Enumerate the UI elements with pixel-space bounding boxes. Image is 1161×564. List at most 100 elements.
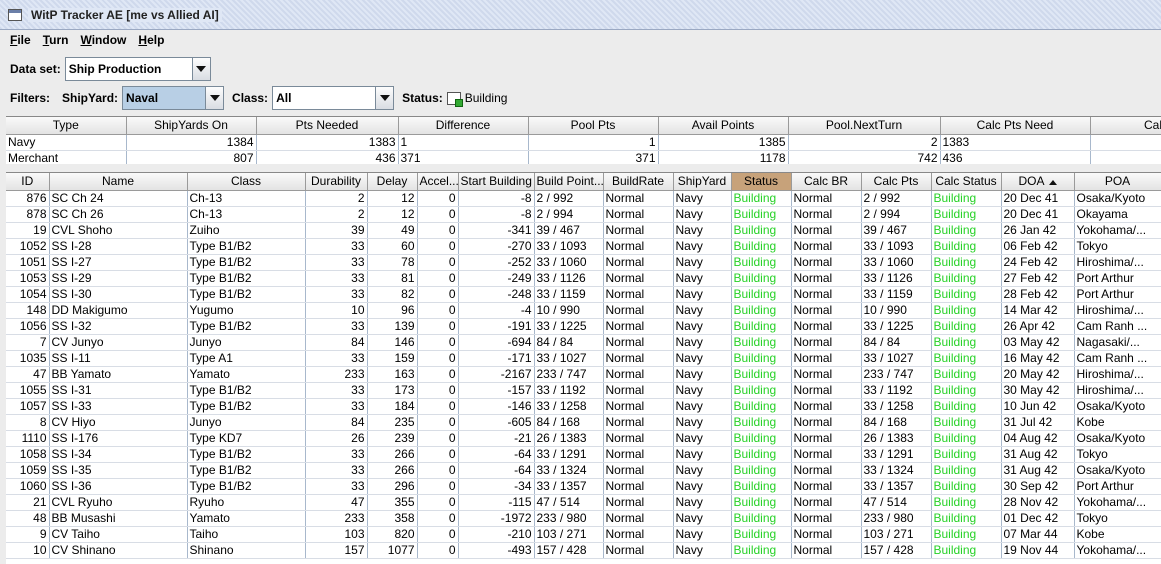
table-cell-buildrate: Normal [603, 398, 674, 415]
col-header-name[interactable]: Name [49, 173, 188, 191]
table-row[interactable]: 47 BB Yamato Yamato 233 163 0 -2167 233 / 747 No… [6, 366, 1161, 383]
table-cell-calc-status: Building [931, 382, 1002, 399]
table-row[interactable]: 1057 SS I-33 Type B1/B2 33 184 0 -146 33 / 1258… [6, 398, 1161, 415]
table-cell-delay: 12 [367, 206, 418, 223]
class-dropdown-button[interactable] [375, 87, 394, 109]
table-cell-calc-status: Building [931, 398, 1002, 415]
table-cell-id: 8 [6, 414, 50, 431]
table-cell-poa: Okayama [1074, 206, 1161, 223]
table-row[interactable]: 1056 SS I-32 Type B1/B2 33 139 0 -191 33 / 1225… [6, 318, 1161, 335]
table-cell-calc-status: Building [931, 318, 1002, 335]
col-header-durability[interactable]: Durability [305, 173, 368, 191]
table-row[interactable]: 1051 SS I-27 Type B1/B2 33 78 0 -252 33 / 1060 N… [6, 254, 1161, 271]
col-header-shipyard[interactable]: ShipYard [673, 173, 732, 191]
table-cell-calc-status: Building [931, 366, 1002, 383]
table-row[interactable]: 1058 SS I-34 Type B1/B2 33 266 0 -64 33 / 1291 N… [6, 446, 1161, 463]
col-header-doa[interactable]: DOA [1001, 173, 1075, 191]
table-cell-class: Zuiho [187, 222, 306, 239]
table-row[interactable]: 19 CVL Shoho Zuiho 39 49 0 -341 39 / 467 Normal N… [6, 222, 1161, 239]
table-cell-calc-status: Building [931, 286, 1002, 303]
table-cell-shipyard: Navy [673, 382, 732, 399]
table-cell-delay: 173 [367, 382, 418, 399]
table-cell-delay: 296 [367, 478, 418, 495]
table-cell-calc-pts: 233 / 980 [861, 510, 932, 527]
menu-turn[interactable]: Turn [43, 33, 69, 47]
table-row[interactable]: 1110 SS I-176 Type KD7 26 239 0 -21 26 / 1383 No… [6, 430, 1161, 447]
summary-col-pts-needed[interactable]: Pts Needed [256, 117, 399, 135]
table-cell-id: 48 [6, 510, 50, 527]
table-row[interactable]: 1055 SS I-31 Type B1/B2 33 173 0 -157 33 / 1192… [6, 382, 1161, 399]
table-cell-accel: 0 [417, 238, 459, 255]
table-cell-name: CV Hiyo [49, 414, 188, 431]
col-header-start-building[interactable]: Start Building [458, 173, 535, 191]
col-header-poa[interactable]: POA [1074, 173, 1161, 191]
table-row[interactable]: 1059 SS I-35 Type B1/B2 33 266 0 -64 33 / 1324 N… [6, 462, 1161, 479]
table-row[interactable]: 8 CV Hiyo Junyo 84 235 0 -605 84 / 168 Normal Nav… [6, 414, 1161, 431]
table-cell-calc-br: Normal [791, 382, 862, 399]
table-row[interactable]: 21 CVL Ryuho Ryuho 47 355 0 -115 47 / 514 Normal… [6, 494, 1161, 511]
table-cell-name: SS I-11 [49, 350, 188, 367]
col-header-delay[interactable]: Delay [367, 173, 418, 191]
summary-col-shipyards-on[interactable]: ShipYards On [126, 117, 257, 135]
table-cell-name: SS I-29 [49, 270, 188, 287]
table-cell-calc-pts: 26 / 1383 [861, 430, 932, 447]
col-header-class[interactable]: Class [187, 173, 306, 191]
table-cell-start-building: -270 [458, 238, 535, 255]
table-row[interactable]: 1053 SS I-29 Type B1/B2 33 81 0 -249 33 / 1126 N… [6, 270, 1161, 287]
col-header-calc-pts[interactable]: Calc Pts [861, 173, 932, 191]
table-row[interactable]: 1060 SS I-36 Type B1/B2 33 296 0 -34 33 / 1357 N… [6, 478, 1161, 495]
shipyard-dropdown-button[interactable] [205, 87, 224, 109]
status-value[interactable]: Building [465, 91, 508, 105]
table-cell-id: 21 [6, 494, 50, 511]
summary-col-difference[interactable]: Difference [398, 117, 529, 135]
menu-help[interactable]: Help [138, 33, 164, 47]
table-row[interactable]: 876 SC Ch 24 Ch-13 2 12 0 -8 2 / 992 Normal Navy B… [6, 190, 1161, 207]
status-filter-icon[interactable] [446, 91, 463, 107]
summary-col-calc-pts-need[interactable]: Calc Pts Need [940, 117, 1091, 135]
col-header-build-point[interactable]: Build Point... [534, 173, 604, 191]
table-cell-shipyard: Navy [673, 446, 732, 463]
menu-file[interactable]: File [10, 33, 31, 47]
summary-col-cal[interactable]: Cal [1090, 117, 1161, 135]
table-cell-durability: 33 [305, 286, 368, 303]
col-header-accel[interactable]: Accel... [417, 173, 459, 191]
dataset-select[interactable]: Ship Production [64, 57, 211, 81]
table-row[interactable]: 1035 SS I-11 Type A1 33 159 0 -171 33 / 1027 Nor… [6, 350, 1161, 367]
summary-col-avail-points[interactable]: Avail Points [658, 117, 789, 135]
summary-row[interactable]: Merchant 807 436 371 371 1178 742 436 [6, 150, 1161, 164]
shipyard-select[interactable]: Naval [122, 86, 225, 110]
table-row[interactable]: 148 DD Makigumo Yugumo 10 96 0 -4 10 / 990 Norma… [6, 302, 1161, 319]
table-cell-start-building: -8 [458, 190, 535, 207]
table-row[interactable]: 48 BB Musashi Yamato 233 358 0 -1972 233 / 980 N… [6, 510, 1161, 527]
summary-col-type[interactable]: Type [6, 117, 127, 135]
table-cell-build-point: 33 / 1225 [534, 318, 604, 335]
col-header-buildrate[interactable]: BuildRate [603, 173, 674, 191]
table-row[interactable]: 1052 SS I-28 Type B1/B2 33 60 0 -270 33 / 1093 N… [6, 238, 1161, 255]
table-row[interactable]: 7 CV Junyo Junyo 84 146 0 -694 84 / 84 Normal Nav… [6, 334, 1161, 351]
class-select[interactable]: All [272, 86, 395, 110]
summary-col-pool-pts[interactable]: Pool Pts [528, 117, 659, 135]
menu-window[interactable]: Window [80, 33, 126, 47]
table-cell-poa: Tokyo [1074, 510, 1161, 527]
table-cell-delay: 1077 [367, 542, 418, 559]
table-cell-status: Building [731, 190, 792, 207]
table-cell-calc-status: Building [931, 190, 1002, 207]
col-header-calc-status[interactable]: Calc Status [931, 173, 1002, 191]
summary-col-pool-nextturn[interactable]: Pool.NextTurn [788, 117, 941, 135]
dataset-dropdown-button[interactable] [191, 58, 210, 80]
col-header-id[interactable]: ID [6, 173, 50, 191]
summary-row[interactable]: Navy 1384 1383 1 1 1385 2 1383 [6, 134, 1161, 151]
table-cell-delay: 12 [367, 190, 418, 207]
table-row[interactable]: 878 SC Ch 26 Ch-13 2 12 0 -8 2 / 994 Normal Navy B… [6, 206, 1161, 223]
col-header-calc-br[interactable]: Calc BR [791, 173, 862, 191]
table-cell-accel: 0 [417, 286, 459, 303]
table-cell-shipyard: Navy [673, 478, 732, 495]
table-row[interactable]: 1054 SS I-30 Type B1/B2 33 82 0 -248 33 / 1159 N… [6, 286, 1161, 303]
table-cell-delay: 139 [367, 318, 418, 335]
table-cell-calc-status: Building [931, 222, 1002, 239]
table-cell-delay: 159 [367, 350, 418, 367]
table-row[interactable]: 10 CV Shinano Shinano 157 1077 0 -493 157 / 428… [6, 542, 1161, 559]
table-row[interactable]: 9 CV Taiho Taiho 103 820 0 -210 103 / 271 Normal… [6, 526, 1161, 543]
summary-cell: 2 [788, 134, 941, 151]
col-header-status[interactable]: Status [731, 173, 792, 191]
